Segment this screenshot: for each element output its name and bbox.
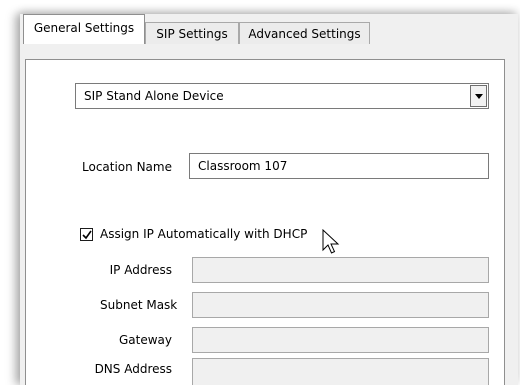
device-type-select[interactable]: SIP Stand Alone Device [75,83,489,109]
mouse-pointer-icon [322,229,340,254]
tab-general-settings[interactable]: General Settings [23,14,145,44]
ip-address-field[interactable] [192,257,489,283]
subnet-mask-field[interactable] [192,292,489,318]
dhcp-label[interactable]: Assign IP Automatically with DHCP [100,227,307,241]
tab-advanced-settings[interactable]: Advanced Settings [239,22,370,44]
subnet-mask-label: Subnet Mask [100,298,178,312]
dns-address-label: DNS Address [94,362,172,376]
location-name-field[interactable]: Classroom 107 [189,153,489,179]
chevron-down-icon[interactable] [470,85,487,107]
ip-address-label: IP Address [109,263,172,277]
dns-address-field[interactable] [192,358,489,385]
gateway-label: Gateway [118,333,172,347]
dhcp-checkbox[interactable] [80,228,93,241]
tab-sip-settings[interactable]: SIP Settings [145,22,239,44]
checkmark-icon [82,230,92,240]
device-type-value: SIP Stand Alone Device [84,89,224,103]
location-name-label: Location Name [82,160,172,174]
gateway-field[interactable] [192,327,489,353]
